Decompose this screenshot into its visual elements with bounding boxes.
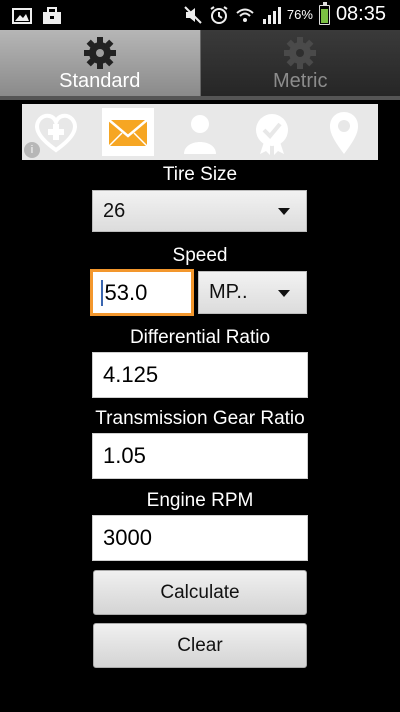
gear-icon (83, 37, 116, 69)
battery-percent: 76% (286, 7, 313, 22)
engine-rpm-input[interactable]: 3000 (92, 515, 308, 561)
person-icon[interactable] (174, 108, 226, 156)
tab-label: Metric (273, 70, 328, 92)
speed-unit-value: MP.. (209, 281, 248, 303)
engine-rpm-label: Engine RPM (146, 490, 254, 511)
tire-size-label: Tire Size (162, 164, 238, 185)
speed-label: Speed (172, 245, 228, 266)
wifi-icon (236, 8, 254, 22)
tire-size-value: 26 (103, 199, 126, 222)
tire-size-dropdown[interactable]: 26 (92, 190, 307, 232)
engine-rpm-value: 3000 (103, 525, 152, 550)
briefcase-icon (43, 7, 61, 24)
mute-icon (184, 5, 202, 24)
speed-input[interactable]: 53.0 (90, 269, 194, 316)
clear-button[interactable]: Clear (93, 623, 307, 668)
ad-info-icon[interactable]: i (24, 142, 40, 158)
envelope-icon[interactable] (102, 108, 154, 156)
battery-icon (318, 1, 330, 25)
tab-indicator-line (0, 96, 400, 100)
gear-icon (284, 37, 317, 69)
status-bar: 76% 08:35 (0, 0, 400, 30)
chevron-down-icon (278, 289, 290, 297)
clock: 08:35 (335, 3, 386, 25)
chevron-down-icon (278, 208, 290, 215)
differential-ratio-input[interactable]: 4.125 (92, 352, 308, 398)
tab-standard[interactable]: Standard (0, 30, 201, 96)
text-cursor (101, 279, 103, 306)
alarm-icon (210, 5, 228, 24)
tab-label: Standard (59, 70, 141, 92)
differential-ratio-label: Differential Ratio (129, 327, 271, 348)
ad-banner[interactable]: i (22, 104, 378, 160)
transmission-gear-ratio-label: Transmission Gear Ratio (95, 408, 305, 429)
speed-unit-dropdown[interactable]: MP.. (198, 271, 307, 314)
tab-metric[interactable]: Metric (200, 30, 400, 96)
location-pin-icon[interactable] (318, 108, 370, 156)
transmission-gear-ratio-value: 1.05 (103, 443, 146, 468)
tab-bar: Standard Metric (0, 30, 400, 96)
transmission-gear-ratio-input[interactable]: 1.05 (92, 433, 308, 479)
badge-check-icon[interactable] (246, 108, 298, 156)
gallery-icon (12, 8, 32, 24)
differential-ratio-value: 4.125 (103, 362, 159, 387)
signal-icon (262, 6, 281, 24)
speed-value: 53.0 (104, 279, 148, 305)
calculate-button[interactable]: Calculate (93, 570, 307, 615)
